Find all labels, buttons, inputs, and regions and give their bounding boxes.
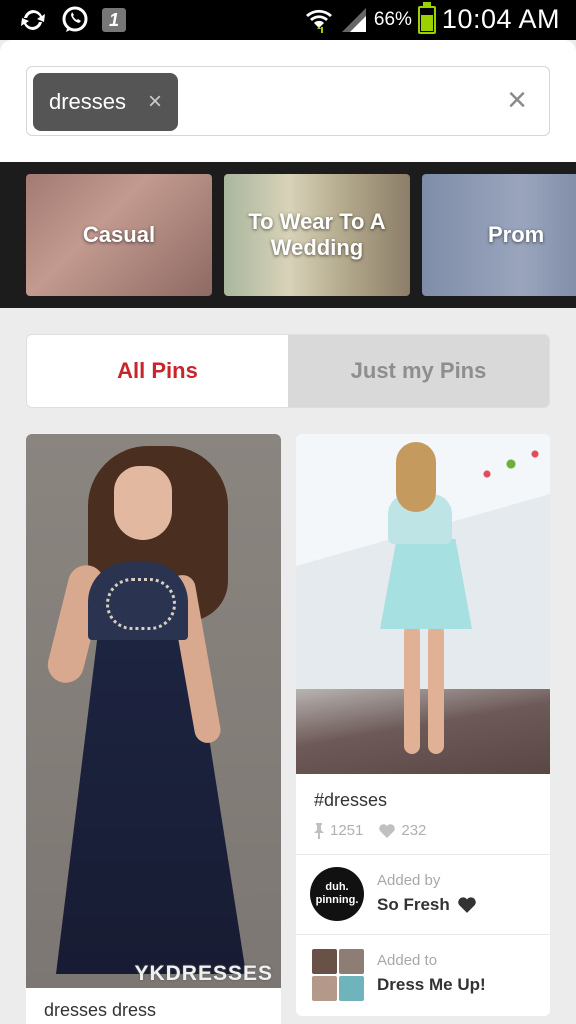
pin-image-navy-gown[interactable]: YKDRESSES (26, 434, 281, 988)
battery-icon (417, 1, 436, 34)
added-to-label: Added to (377, 952, 438, 969)
whatsapp-icon (62, 6, 88, 32)
repin-count: 1251 (330, 822, 364, 839)
pin-image-mint-dress[interactable] (296, 434, 550, 774)
chip-remove-icon[interactable]: × (148, 88, 162, 116)
added-by-user[interactable]: So Fresh (377, 895, 476, 915)
board-name[interactable]: Dress Me Up! (377, 975, 486, 995)
repin-icon (314, 822, 324, 839)
category-wedding[interactable]: To Wear To A Wedding (224, 174, 410, 296)
image-watermark: YKDRESSES (134, 962, 273, 985)
pin-description: #dresses (314, 790, 388, 810)
avatar[interactable]: duh. pinning. (310, 867, 364, 921)
pin-card[interactable]: #dresses 1251 232 duh. pinning. Added by… (296, 434, 550, 1016)
signal-icon (341, 7, 366, 32)
added-by-label: Added by (377, 872, 441, 889)
category-prom[interactable]: Prom (422, 174, 576, 296)
pin-stats: 1251 232 (314, 822, 426, 839)
clock: 10:04 AM (441, 4, 560, 34)
pin-card[interactable]: YKDRESSES dresses dress (26, 434, 281, 1024)
tab-all-pins[interactable]: All Pins (27, 335, 288, 407)
category-carousel[interactable]: Casual To Wear To A Wedding Prom (0, 162, 576, 308)
added-to-row[interactable]: Added to Dress Me Up! (296, 935, 550, 1015)
board-thumbnail[interactable] (312, 949, 364, 1001)
search-chip-label: dresses (49, 89, 127, 114)
search-header: dresses × × (0, 40, 576, 162)
search-input[interactable]: dresses × × (26, 66, 550, 136)
avatar-text: duh. pinning. (315, 880, 359, 906)
search-chip-dresses[interactable]: dresses × (33, 73, 179, 131)
tab-just-my-pins-label: Just my Pins (350, 358, 487, 383)
status-bar: 1 66% 10:04 AM (0, 0, 576, 40)
category-label: Prom (488, 221, 545, 247)
category-label: Casual (82, 221, 156, 247)
tab-just-my-pins[interactable]: Just my Pins (288, 335, 549, 407)
sync-icon (21, 10, 45, 30)
pin-description: dresses dress (44, 1000, 157, 1020)
heart-icon (379, 823, 396, 838)
notification-1-icon: 1 (102, 8, 126, 32)
like-count: 232 (401, 822, 427, 839)
pin-filter-toggle: All Pins Just my Pins (26, 334, 550, 408)
wifi-icon (305, 9, 332, 33)
tab-all-pins-label: All Pins (117, 358, 198, 383)
added-by-name: So Fresh (377, 895, 450, 914)
battery-percent: 66% (373, 8, 412, 30)
category-label: To Wear To A Wedding (248, 208, 386, 260)
clear-search-icon[interactable]: × (507, 83, 527, 117)
added-by-row[interactable]: duh. pinning. Added by So Fresh (296, 855, 550, 935)
heart-icon (457, 897, 476, 913)
notification-count: 1 (108, 9, 119, 30)
category-casual[interactable]: Casual (26, 174, 212, 296)
